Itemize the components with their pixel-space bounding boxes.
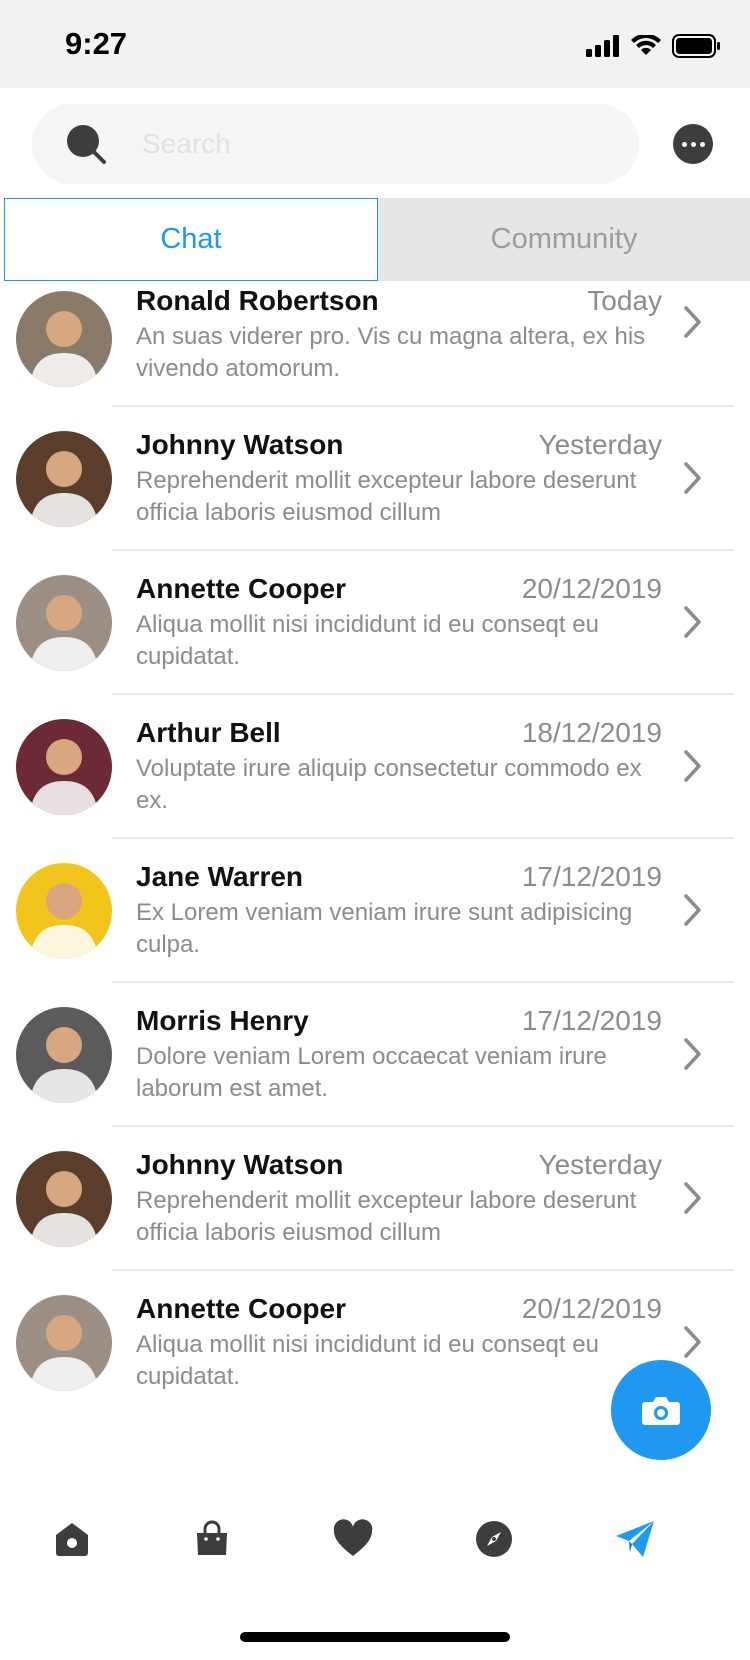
avatar-photo (16, 1151, 112, 1247)
more-dots-icon (681, 141, 687, 147)
avatar (16, 1007, 112, 1103)
nav-explore[interactable] (470, 1515, 518, 1563)
search-row (0, 88, 750, 198)
wifi-icon (631, 35, 661, 55)
home-icon (56, 1523, 88, 1556)
chat-list: Ronald Robertson Today An suas viderer p… (0, 281, 750, 1415)
tab-bar: Chat Community (0, 198, 750, 281)
avatar-photo (16, 431, 112, 527)
send-icon (616, 1521, 654, 1557)
message-date: Today (587, 285, 662, 316)
avatar (16, 719, 112, 815)
chevron-right-icon (684, 606, 701, 638)
chat-list-item[interactable]: Johnny Watson Yesterday Reprehenderit mo… (0, 1127, 750, 1271)
contact-name: Jane Warren (136, 861, 304, 892)
message-date: 20/12/2019 (521, 1293, 662, 1324)
avatar-photo (16, 575, 112, 671)
chevron-right-icon (684, 462, 701, 494)
chat-list-item[interactable]: Johnny Watson Yesterday Reprehenderit mo… (0, 407, 750, 551)
message-date: 17/12/2019 (521, 861, 662, 892)
avatar (16, 1151, 112, 1247)
message-date: 17/12/2019 (521, 1005, 662, 1036)
nav-home[interactable] (48, 1515, 96, 1563)
contact-name: Ronald Robertson (136, 285, 379, 316)
message-preview: Reprehenderit mollit excepteur labore de… (136, 467, 637, 526)
chat-list-item[interactable]: Arthur Bell 18/12/2019 Voluptate irure a… (0, 695, 750, 839)
home-indicator (240, 1632, 510, 1642)
chevron-right-icon (684, 750, 701, 782)
shopping-bag-icon (197, 1520, 227, 1555)
contact-name: Arthur Bell (136, 717, 281, 748)
bottom-nav (0, 1495, 750, 1585)
chat-list-item[interactable]: Jane Warren 17/12/2019 Ex Lorem veniam v… (0, 839, 750, 983)
avatar-photo (16, 719, 112, 815)
contact-name: Johnny Watson (136, 429, 344, 460)
nav-shop[interactable] (188, 1515, 236, 1563)
chevron-right-icon (684, 894, 701, 926)
chevron-right-icon (684, 1182, 701, 1214)
tab-chat[interactable]: Chat (4, 198, 378, 281)
compass-icon (476, 1521, 512, 1557)
chat-list-item[interactable]: Annette Cooper 20/12/2019 Aliqua mollit … (0, 551, 750, 695)
message-preview: Ex Lorem veniam veniam irure sunt adipis… (136, 899, 633, 958)
contact-name: Annette Cooper (136, 1293, 346, 1324)
avatar (16, 291, 112, 387)
message-preview: Voluptate irure aliquip consectetur comm… (136, 755, 642, 814)
search-icon (67, 125, 106, 164)
camera-icon (642, 1397, 680, 1425)
status-bar: 9:27 (0, 0, 750, 88)
nav-messages[interactable] (611, 1515, 659, 1563)
chevron-right-icon (684, 306, 701, 338)
message-preview: Aliqua mollit nisi incididunt id eu cons… (136, 1331, 599, 1390)
more-options-button[interactable] (673, 124, 713, 164)
cellular-signal-icon (586, 35, 619, 57)
message-date: 18/12/2019 (521, 717, 662, 748)
contact-name: Morris Henry (136, 1005, 309, 1036)
avatar (16, 575, 112, 671)
chat-list-item[interactable]: Morris Henry 17/12/2019 Dolore veniam Lo… (0, 983, 750, 1127)
contact-name: Johnny Watson (136, 1149, 344, 1180)
chat-list-item[interactable]: Ronald Robertson Today An suas viderer p… (0, 281, 750, 407)
chevron-right-icon (684, 1038, 701, 1070)
message-preview: Dolore veniam Lorem occaecat veniam irur… (136, 1043, 607, 1102)
message-date: Yesterday (538, 1149, 663, 1180)
avatar (16, 431, 112, 527)
avatar-photo (16, 291, 112, 387)
avatar (16, 1295, 112, 1391)
tab-community[interactable]: Community (378, 198, 750, 281)
message-preview: Reprehenderit mollit excepteur labore de… (136, 1187, 637, 1246)
search-box[interactable] (32, 104, 639, 184)
nav-favorites[interactable] (329, 1515, 377, 1563)
battery-icon (672, 34, 720, 58)
message-date: Yesterday (538, 429, 663, 460)
message-preview: An suas viderer pro. Vis cu magna altera… (136, 323, 646, 382)
avatar-photo (16, 1295, 112, 1391)
message-date: 20/12/2019 (521, 573, 662, 604)
contact-name: Annette Cooper (136, 573, 346, 604)
status-icons (586, 34, 720, 58)
avatar-photo (16, 863, 112, 959)
search-input[interactable] (142, 122, 602, 166)
heart-icon (333, 1519, 373, 1556)
avatar-photo (16, 1007, 112, 1103)
camera-button[interactable] (611, 1360, 711, 1460)
chevron-right-icon (684, 1326, 701, 1358)
message-preview: Aliqua mollit nisi incididunt id eu cons… (136, 611, 599, 670)
status-time: 9:27 (65, 26, 128, 61)
avatar (16, 863, 112, 959)
